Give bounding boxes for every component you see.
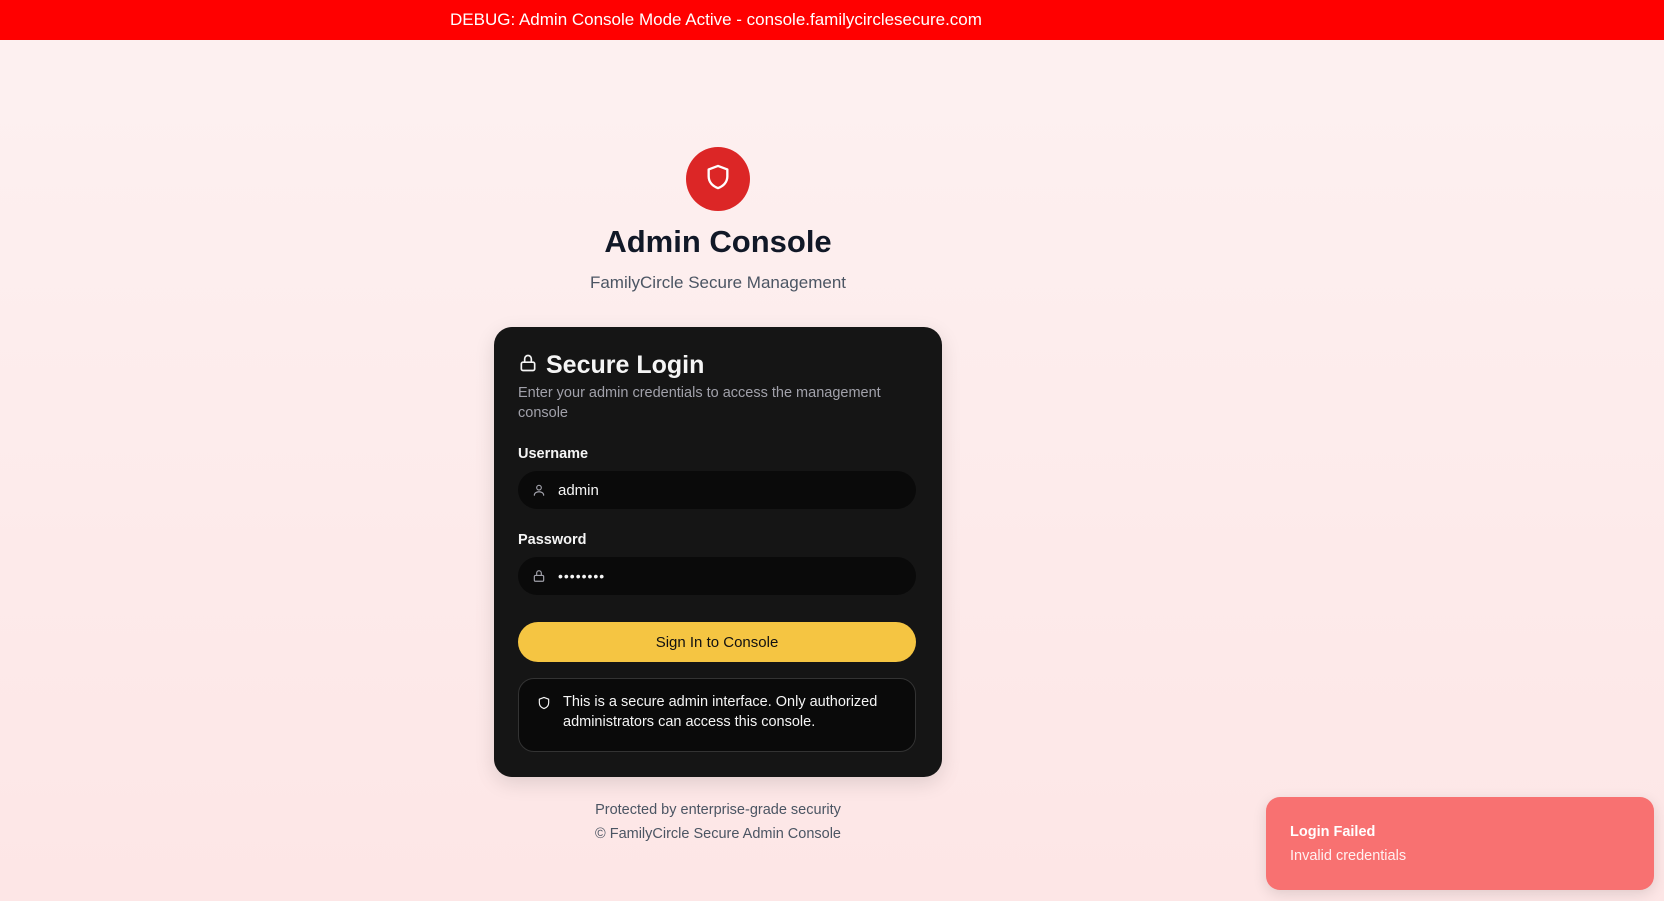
username-label: Username (518, 446, 589, 462)
shield-icon (537, 696, 551, 715)
password-input[interactable]: •••••••• (518, 557, 916, 595)
security-notice-text: This is a secure admin interface. Only a… (563, 694, 878, 730)
shield-logo (686, 147, 750, 211)
page-title: Admin Console (604, 224, 832, 259)
card-header: Secure Login (518, 351, 704, 380)
security-notice: This is a secure admin interface. Only a… (518, 678, 916, 752)
toast-message: Invalid credentials (1290, 848, 1407, 864)
page-subtitle: FamilyCircle Secure Management (589, 273, 847, 292)
password-label: Password (518, 532, 587, 548)
login-card: Secure Login Enter your admin credential… (494, 327, 942, 777)
shield-icon (704, 163, 732, 196)
card-description: Enter your admin credentials to access t… (518, 385, 881, 421)
footer-security-text: Protected by enterprise-grade security (595, 802, 841, 818)
error-toast[interactable]: Login Failed Invalid credentials (1266, 797, 1654, 890)
card-title: Secure Login (546, 351, 705, 379)
debug-banner: DEBUG: Admin Console Mode Active - conso… (0, 0, 1664, 40)
lock-icon (518, 353, 538, 378)
username-input[interactable]: admin (518, 471, 916, 509)
toast-title: Login Failed (1290, 824, 1376, 840)
lock-icon (532, 569, 546, 583)
debug-banner-text: DEBUG: Admin Console Mode Active - conso… (450, 10, 982, 29)
user-icon (532, 483, 546, 497)
footer-copyright: © FamilyCircle Secure Admin Console (595, 826, 841, 842)
password-value: •••••••• (558, 568, 606, 584)
username-value: admin (558, 481, 599, 499)
sign-in-button[interactable]: Sign In to Console (518, 622, 916, 662)
